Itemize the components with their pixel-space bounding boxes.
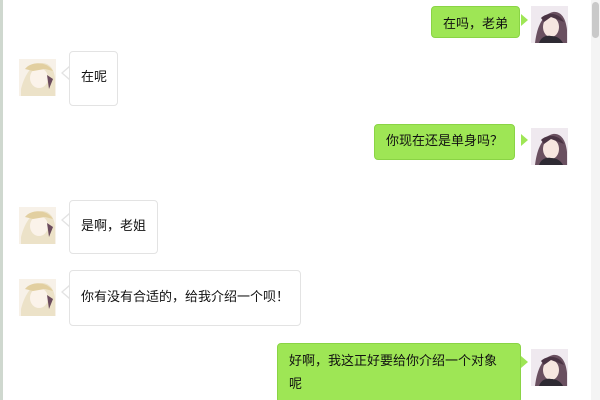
incoming-message-bubble[interactable]: 你有没有合适的，给我介绍一个呗！ (69, 270, 302, 326)
scrollbar-thumb[interactable] (592, 2, 599, 38)
outgoing-message-bubble[interactable]: 好啊，我这正好要给你介绍一个对象呢 (277, 343, 521, 400)
friend-avatar-icon[interactable] (19, 279, 56, 316)
incoming-message-bubble[interactable]: 是啊，老姐 (69, 200, 159, 254)
me-avatar-icon[interactable] (531, 6, 568, 43)
incoming-message-bubble[interactable]: 在呢 (69, 51, 118, 106)
window-edge (0, 0, 3, 400)
friend-avatar-icon[interactable] (19, 207, 56, 244)
friend-avatar-icon[interactable] (19, 59, 56, 96)
outgoing-message-bubble[interactable]: 你现在还是单身吗？ (374, 124, 516, 160)
bubble-tail (521, 14, 528, 26)
outgoing-message-bubble[interactable]: 在吗，老弟 (431, 6, 521, 38)
scrollbar-track[interactable] (591, 0, 600, 400)
me-avatar-icon[interactable] (531, 349, 568, 386)
bubble-tail (521, 134, 528, 146)
bubble-tail (521, 356, 528, 368)
me-avatar-icon[interactable] (531, 128, 568, 165)
chat-window: 在吗，老弟 在呢 你现在还是单身吗？ 是啊，老姐 你有没有合适的，给我介绍一个呗… (0, 0, 600, 400)
